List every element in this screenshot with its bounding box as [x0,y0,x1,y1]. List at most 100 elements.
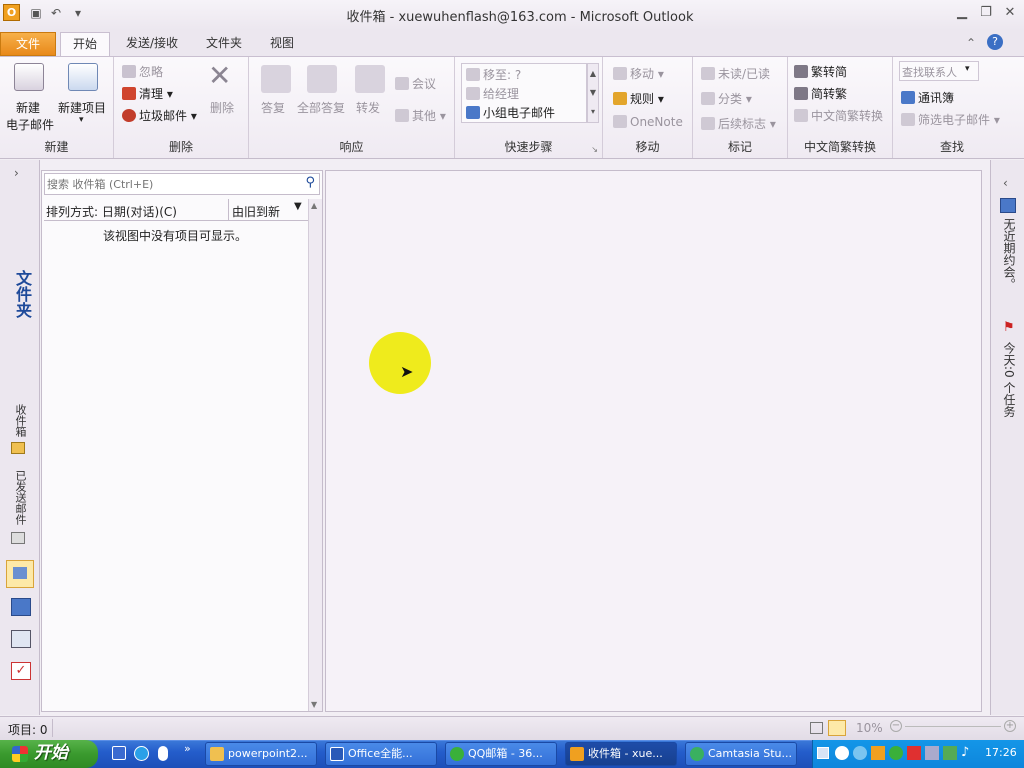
more-label: 其他 [412,109,437,123]
search-input[interactable] [47,175,297,193]
categorize-button[interactable]: 分类 ▾ [701,90,752,107]
list-scrollbar[interactable]: ▲ ▼ [308,199,322,711]
quicksteps-scroll[interactable]: ▲ ▼ ▾ [587,63,599,123]
minimize-ribbon-icon[interactable]: ⌃ [966,36,976,50]
quickstep-team-email[interactable]: 小组电子邮件 [466,104,555,121]
network-icon[interactable] [853,746,867,760]
qat-dropdown-icon[interactable]: ▾ [70,5,86,21]
forward-button[interactable]: 转发 [356,99,380,116]
to-simp-button[interactable]: 简转繁 [794,85,847,102]
antivirus-icon[interactable] [907,746,921,760]
group-tags-label: 标记 [727,140,752,154]
back-icon[interactable] [835,746,849,760]
new-items-button[interactable]: 新建项目 [58,99,106,116]
display-icon[interactable] [925,746,939,760]
quickstep-to-manager[interactable]: 给经理 [466,85,519,102]
task-camtasia[interactable]: Camtasia Stu... [685,742,797,766]
update-icon[interactable] [889,746,903,760]
task-powerpoint[interactable]: powerpoint2... [205,742,317,766]
dialog-launcher-icon[interactable]: ↘ [591,145,598,154]
volume-icon[interactable]: ♪ [961,745,969,760]
outlook-tray-icon[interactable] [871,746,885,760]
move-button[interactable]: 移动 ▾ [613,65,664,82]
quicklaunch-more-icon[interactable]: » [184,742,191,755]
to-trad-button[interactable]: 繁转简 [794,63,847,80]
folders-label[interactable]: 文件夹 [10,270,34,318]
tasks-today-text[interactable]: 今天:0 个任务 [1001,342,1018,418]
quickstep-move-to[interactable]: 移至: ? [466,66,521,83]
group-chinese-label: 中文简繁转换 [803,140,876,154]
tab-folder[interactable]: 文件夹 [196,32,252,56]
zoom-slider[interactable] [905,726,1001,727]
maximize-button[interactable]: ❐ [974,4,998,22]
search-icon[interactable]: ⚲ [305,175,315,190]
tab-send-receive[interactable]: 发送/接收 [118,32,186,56]
reply-button[interactable]: 答复 [261,99,285,116]
expand-nav-icon[interactable]: › [14,166,19,180]
tab-home[interactable]: 开始 [60,32,110,56]
meeting-button[interactable]: 会议 [395,75,436,92]
title-bar: O ▣ ↶ ▾ 收件箱 - xuewuhenflash@163.com - Mi… [0,0,1024,30]
zoom-level[interactable]: 10% [856,721,883,735]
tab-file[interactable]: 文件 [0,32,56,56]
security-icon[interactable] [943,746,957,760]
group-delete-label: 删除 [168,140,193,154]
nav-sent[interactable]: 已发送邮件 [12,470,28,525]
delete-button[interactable]: 删除 [210,99,234,116]
task-flag-icon: ⚑ [1003,320,1015,335]
expand-todo-icon[interactable]: ‹ [1003,176,1008,190]
normal-view-icon[interactable] [810,722,823,734]
onenote-button[interactable]: OneNote [613,115,683,129]
new-items-dropdown-icon[interactable]: ▾ [79,115,84,125]
ignore-button[interactable]: 忽略 [122,63,163,80]
tab-view[interactable]: 视图 [258,32,306,56]
calendar-icon[interactable] [11,598,31,616]
save-icon[interactable]: ▣ [28,5,44,21]
followup-button[interactable]: 后续标志 ▾ [701,115,776,132]
filter-email-button[interactable]: 筛选电子邮件 ▾ [901,111,1000,128]
contacts-icon[interactable] [11,630,31,648]
zoom-in-icon[interactable]: + [1004,720,1016,732]
categorize-icon [701,92,715,105]
clock[interactable]: 17:26 [985,746,1017,759]
task-office[interactable]: Office全能... [325,742,437,766]
group-new-label: 新建 [44,140,69,154]
search-contacts-dropdown-icon[interactable]: ▾ [965,64,970,74]
more-respond-button[interactable]: 其他 ▾ [395,107,446,124]
help-icon[interactable]: ? [987,34,1003,50]
rules-button[interactable]: 规则 ▾ [613,90,664,107]
ie-icon[interactable] [134,746,149,761]
address-book-button[interactable]: 通讯簿 [901,89,954,106]
reply-all-button[interactable]: 全部答复 [297,99,345,116]
new-email-label-2[interactable]: 电子邮件 [6,116,54,133]
reading-view-icon[interactable] [828,720,846,736]
order-label[interactable]: 由旧到新 [232,203,280,220]
scroll-down-icon[interactable]: ▼ [311,700,317,709]
undo-icon[interactable]: ↶ [48,5,64,21]
junk-icon [122,109,136,122]
zoom-out-icon[interactable]: − [890,720,902,732]
task-outlook[interactable]: 收件箱 - xue... [565,742,677,766]
sort-dropdown-icon[interactable]: ▼ [294,201,302,212]
minimize-button[interactable]: ▁ [950,4,974,22]
task-qqmail[interactable]: QQ邮箱 - 36... [445,742,557,766]
outlook-app-icon[interactable]: O [3,4,20,21]
chinese-convert-button[interactable]: 中文简繁转换 [794,107,883,124]
new-email-label-1[interactable]: 新建 [16,99,40,116]
junk-button[interactable]: 垃圾邮件 ▾ [122,107,197,124]
tasks-icon[interactable]: ✓ [11,662,31,680]
nav-inbox[interactable]: 收件箱 [12,404,28,437]
show-desktop-icon[interactable] [112,746,126,760]
sort-label[interactable]: 排列方式: 日期(对话)(C) [46,203,177,220]
no-appointments-text[interactable]: 无近期约会。 [1001,218,1018,290]
close-button[interactable]: ✕ [998,4,1022,22]
cleanup-button[interactable]: 清理 ▾ [122,85,173,102]
scroll-up-icon[interactable]: ▲ [311,201,317,210]
keyboard-icon[interactable] [817,747,829,759]
address-book-label: 通讯簿 [918,91,955,105]
search-box[interactable]: ⚲ [44,173,320,195]
sort-header[interactable]: 排列方式: 日期(对话)(C) 由旧到新 ▼ [44,199,308,221]
qq-icon[interactable] [158,746,168,761]
group-new: 新建 电子邮件 新建项目 ▾ 新建 [0,57,114,158]
unread-read-button[interactable]: 未读/已读 [701,65,770,82]
